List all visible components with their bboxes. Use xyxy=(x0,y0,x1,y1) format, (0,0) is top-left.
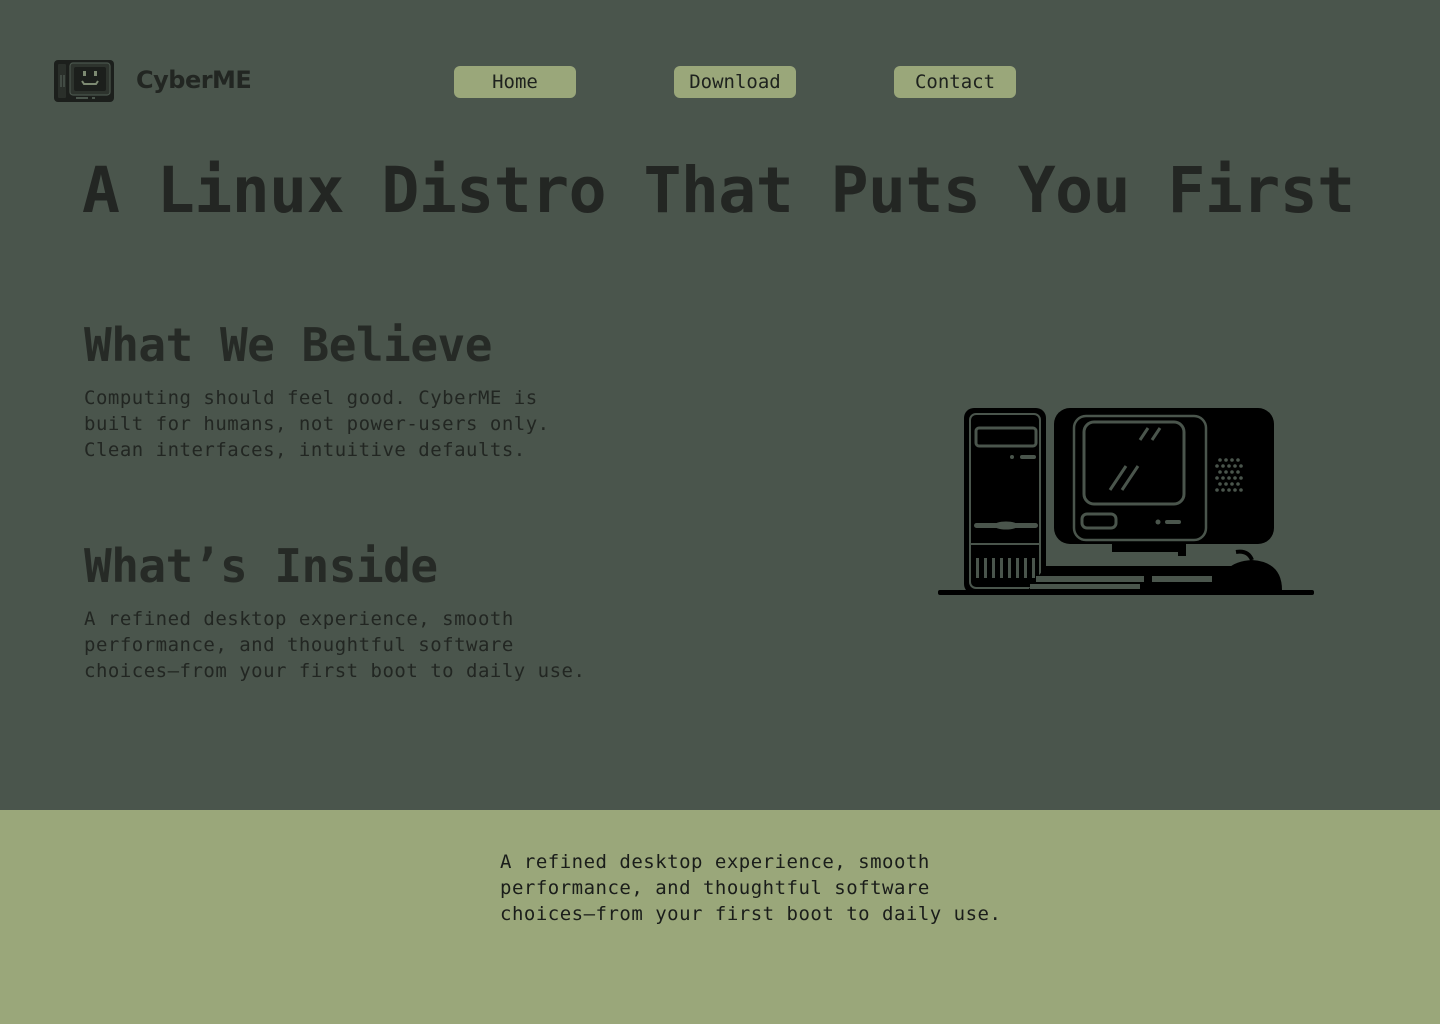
section-text-believe: Computing should feel good. CyberME is b… xyxy=(84,387,550,461)
retro-computer-icon xyxy=(938,408,1314,595)
nav-contact-button[interactable]: Contact xyxy=(894,66,1016,98)
page: CyberME Home Download Contact A Linux Di… xyxy=(0,0,1440,1024)
retro-computer-face-icon[interactable] xyxy=(52,58,116,104)
footer: A refined desktop experience, smooth per… xyxy=(0,810,1440,1024)
hero-headline: A Linux Distro That Puts You First xyxy=(82,154,1355,227)
section-text-inside: A refined desktop experience, smooth per… xyxy=(84,608,586,682)
nav-download-button[interactable]: Download xyxy=(674,66,796,98)
nav-home-button[interactable]: Home xyxy=(454,66,576,98)
section-title-inside: What’s Inside xyxy=(84,539,438,593)
brand-name[interactable]: CyberME xyxy=(136,66,252,94)
hero-section: CyberME Home Download Contact A Linux Di… xyxy=(0,0,1440,810)
section-title-believe: What We Believe xyxy=(84,318,492,372)
footer-text: A refined desktop experience, smooth per… xyxy=(500,851,1002,925)
